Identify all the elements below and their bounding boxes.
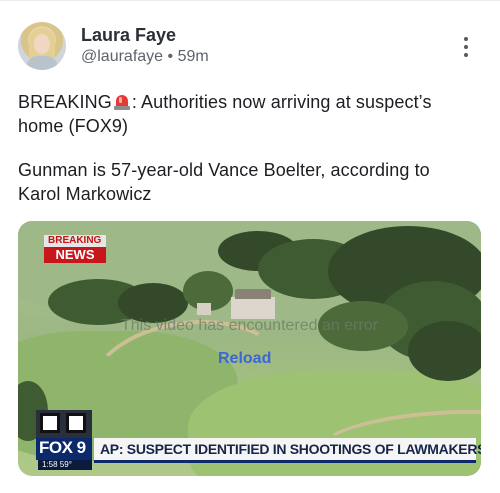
police-siren-icon	[113, 93, 131, 111]
breaking-news-badge-bottom: NEWS	[44, 247, 106, 263]
author-handle[interactable]: @laurafaye	[81, 48, 163, 65]
qr-code-icon	[36, 410, 92, 438]
post-card: Laura Faye @laurafaye • 59m BREAKING : Au…	[0, 0, 500, 493]
network-logo: FOX 9	[36, 438, 92, 460]
breaking-news-badge: BREAKING NEWS	[44, 235, 106, 263]
post-text-line-2: home (FOX9)	[18, 116, 129, 136]
post-text-para2-line-1: Gunman is 57-year-old Vance Boelter, acc…	[18, 160, 430, 180]
video-player[interactable]: BREAKING NEWS This video has encountered…	[18, 221, 481, 476]
avatar[interactable]	[18, 22, 66, 70]
post-meta: @laurafaye • 59m	[81, 48, 209, 66]
meta-separator: •	[167, 48, 174, 65]
post-text-line-1-rest: : Authorities now arriving at suspect’s	[131, 92, 432, 112]
post-text-para2-line-2: Karol Markowicz	[18, 184, 152, 204]
news-headline: AP: SUSPECT IDENTIFIED IN SHOOTINGS OF L…	[94, 438, 481, 460]
avatar-shirt	[26, 56, 58, 70]
time-temperature: 1:58 59°	[38, 460, 92, 470]
headline-strip	[94, 460, 476, 463]
post-text-line-1: BREAKING : Authorities now arriving at su…	[18, 90, 480, 114]
avatar-face	[34, 34, 50, 54]
video-error-message: This video has encountered an error	[120, 317, 379, 334]
reload-button[interactable]: Reload	[218, 350, 271, 368]
breaking-word: BREAKING	[18, 92, 112, 112]
author-name[interactable]: Laura Faye	[81, 25, 176, 46]
lower-third: FOX 9 1:58 59° AP: SUSPECT IDENTIFIED IN…	[36, 410, 481, 470]
breaking-news-badge-top: BREAKING	[44, 235, 106, 247]
house	[197, 289, 275, 319]
post-time: 59m	[177, 48, 209, 65]
more-vertical-icon[interactable]	[458, 35, 474, 59]
